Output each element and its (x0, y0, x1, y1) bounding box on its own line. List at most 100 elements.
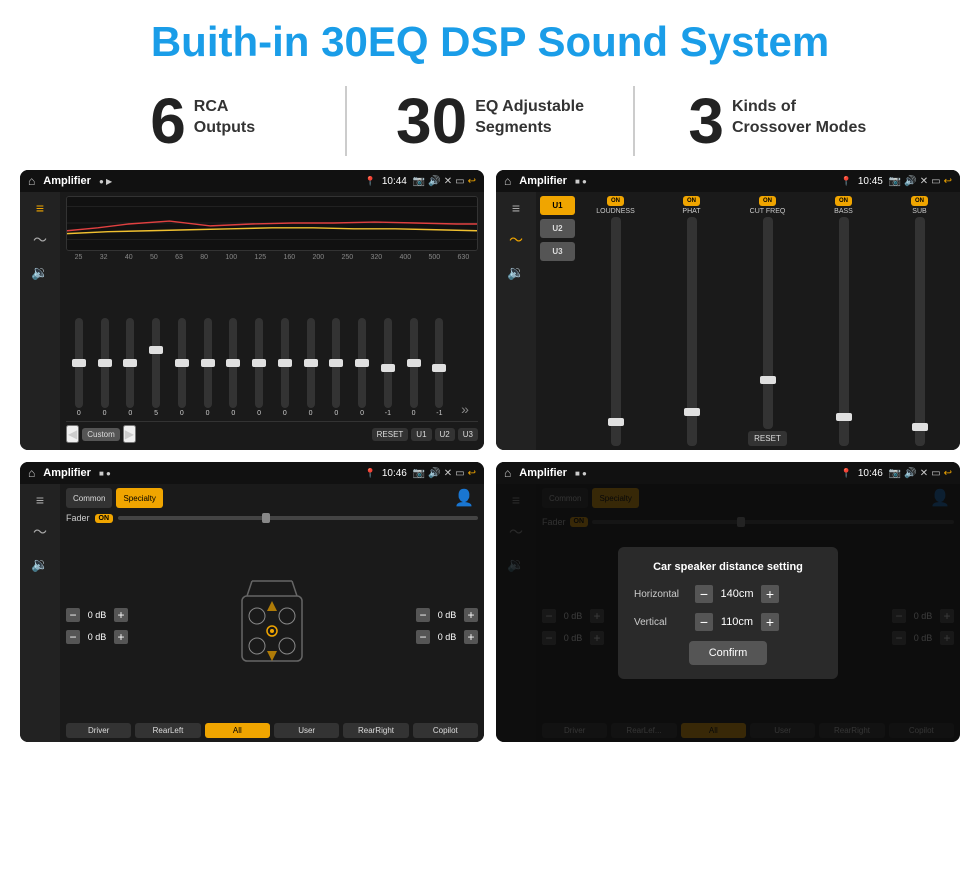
eq-slider-10[interactable]: 0 (332, 318, 340, 417)
status-dots-eq: ● ▶ (99, 177, 112, 186)
eq-slider-4[interactable]: 0 (178, 318, 186, 417)
time-eq: 10:44 (382, 176, 407, 187)
back-icon-cross[interactable]: ↩ (468, 468, 476, 479)
amp-reset[interactable]: RESET (748, 431, 787, 446)
home-icon[interactable]: ⌂ (28, 174, 35, 188)
eq-slider-0[interactable]: 0 (75, 318, 83, 417)
phat-toggle[interactable]: ON (683, 196, 700, 206)
home-icon-amp[interactable]: ⌂ (504, 174, 511, 188)
eq-slider-2[interactable]: 0 (126, 318, 134, 417)
eq-slider-11[interactable]: 0 (358, 318, 366, 417)
back-icon[interactable]: ↩ (468, 176, 476, 187)
volume-icon-cross: 🔊 (428, 468, 440, 479)
eq-slider-9[interactable]: 0 (307, 318, 315, 417)
cutfreq-slider[interactable] (763, 217, 773, 429)
eq-next-button[interactable]: ▶ (123, 425, 136, 443)
btn-driver[interactable]: Driver (66, 723, 131, 738)
eq-u3-button[interactable]: U3 (458, 428, 478, 441)
eq-u2-button[interactable]: U2 (435, 428, 455, 441)
cross-controls-area: − 0 dB + − 0 dB + (66, 529, 478, 723)
right-bottom-plus[interactable]: + (464, 630, 478, 644)
eq-slider-7[interactable]: 0 (255, 318, 263, 417)
loudness-toggle[interactable]: ON (607, 196, 624, 206)
left-top-minus[interactable]: − (66, 608, 80, 622)
confirm-button[interactable]: Confirm (689, 641, 768, 665)
icons-dlg: 📷 🔊 ✕ ▭ ↩ (889, 468, 952, 479)
eq-slider-13[interactable]: 0 (410, 318, 418, 417)
location-icon: 📍 (365, 176, 376, 187)
vertical-plus[interactable]: + (761, 613, 779, 631)
screen-cross-content: ≡ 〜 🔉 Common Specialty 👤 Fader ON (20, 484, 484, 742)
close-icon: ✕ (444, 176, 452, 187)
preset-u2[interactable]: U2 (540, 219, 575, 238)
eq-custom-button[interactable]: Custom (82, 428, 120, 441)
wave-icon[interactable]: 〜 (33, 230, 47, 250)
back-icon-amp[interactable]: ↩ (944, 176, 952, 187)
stat-eq: 30 EQ Adjustable Segments (347, 89, 632, 153)
bass-toggle[interactable]: ON (835, 196, 852, 206)
horizontal-plus[interactable]: + (761, 585, 779, 603)
sub-toggle[interactable]: ON (911, 196, 928, 206)
speaker-icon-cross[interactable]: 🔉 (31, 556, 48, 573)
eq-icon-amp[interactable]: ≡ (512, 200, 520, 216)
eq-reset-button[interactable]: RESET (372, 428, 409, 441)
wave-icon-cross[interactable]: 〜 (33, 522, 47, 542)
eq-main: 25 32 40 50 63 80 100 125 160 200 250 32… (60, 192, 484, 450)
left-top-plus[interactable]: + (114, 608, 128, 622)
amp-bass-col: ON BASS (807, 196, 880, 446)
horizontal-val: 140cm (717, 588, 757, 600)
horizontal-minus[interactable]: − (695, 585, 713, 603)
left-bottom-plus[interactable]: + (114, 630, 128, 644)
amp-presets: U1 U2 U3 (540, 196, 575, 446)
back-icon-dlg[interactable]: ↩ (944, 468, 952, 479)
amp-sub-col: ON SUB (883, 196, 956, 446)
btn-rearright[interactable]: RearRight (343, 723, 408, 738)
right-bottom-minus[interactable]: − (416, 630, 430, 644)
right-top-val: 0 dB (433, 610, 461, 620)
car-diagram-svg (232, 571, 312, 681)
eq-slider-8[interactable]: 0 (281, 318, 289, 417)
bass-slider[interactable] (839, 217, 849, 446)
sub-slider[interactable] (915, 217, 925, 446)
eq-icon-cross[interactable]: ≡ (36, 492, 44, 508)
home-icon-dlg[interactable]: ⌂ (504, 466, 511, 480)
stat-number-3: 3 (688, 89, 724, 153)
left-bottom-minus[interactable]: − (66, 630, 80, 644)
more-arrow-icon[interactable]: » (461, 401, 469, 417)
eq-slider-3[interactable]: 5 (152, 318, 160, 417)
preset-u3[interactable]: U3 (540, 242, 575, 261)
loudness-slider[interactable] (611, 217, 621, 446)
eq-prev-button[interactable]: ◀ (66, 425, 79, 443)
phat-slider[interactable] (687, 217, 697, 446)
cutfreq-toggle[interactable]: ON (759, 196, 776, 206)
dialog-horizontal-row: Horizontal − 140cm + (634, 585, 822, 603)
right-top-minus[interactable]: − (416, 608, 430, 622)
screen-eq-content: ≡ 〜 🔉 (20, 192, 484, 450)
eq-icon[interactable]: ≡ (36, 200, 44, 216)
eq-slider-5[interactable]: 0 (204, 318, 212, 417)
tab-specialty[interactable]: Specialty (116, 488, 162, 508)
home-icon-cross[interactable]: ⌂ (28, 466, 35, 480)
eq-slider-6[interactable]: 0 (229, 318, 237, 417)
app-title-cross: Amplifier (43, 467, 91, 479)
eq-slider-1[interactable]: 0 (101, 318, 109, 417)
volume-icon-amp: 🔊 (904, 176, 916, 187)
preset-u1[interactable]: U1 (540, 196, 575, 215)
fader-on-badge[interactable]: ON (95, 514, 114, 523)
fader-bar[interactable] (118, 516, 478, 520)
eq-slider-12[interactable]: -1 (384, 318, 392, 417)
btn-copilot[interactable]: Copilot (413, 723, 478, 738)
speaker-icon[interactable]: 🔉 (31, 264, 48, 281)
eq-u1-button[interactable]: U1 (411, 428, 431, 441)
speaker-icon-amp[interactable]: 🔉 (507, 264, 524, 281)
cross-tabs: Common Specialty 👤 (66, 488, 478, 508)
vertical-minus[interactable]: − (695, 613, 713, 631)
amp-cutfreq-col: ON CUT FREQ RESET (731, 196, 804, 446)
eq-slider-14[interactable]: -1 (435, 318, 443, 417)
btn-all[interactable]: All (205, 723, 270, 738)
btn-user[interactable]: User (274, 723, 339, 738)
wave-icon-amp[interactable]: 〜 (509, 230, 523, 250)
btn-rearleft[interactable]: RearLeft (135, 723, 200, 738)
tab-common[interactable]: Common (66, 488, 112, 508)
right-top-plus[interactable]: + (464, 608, 478, 622)
